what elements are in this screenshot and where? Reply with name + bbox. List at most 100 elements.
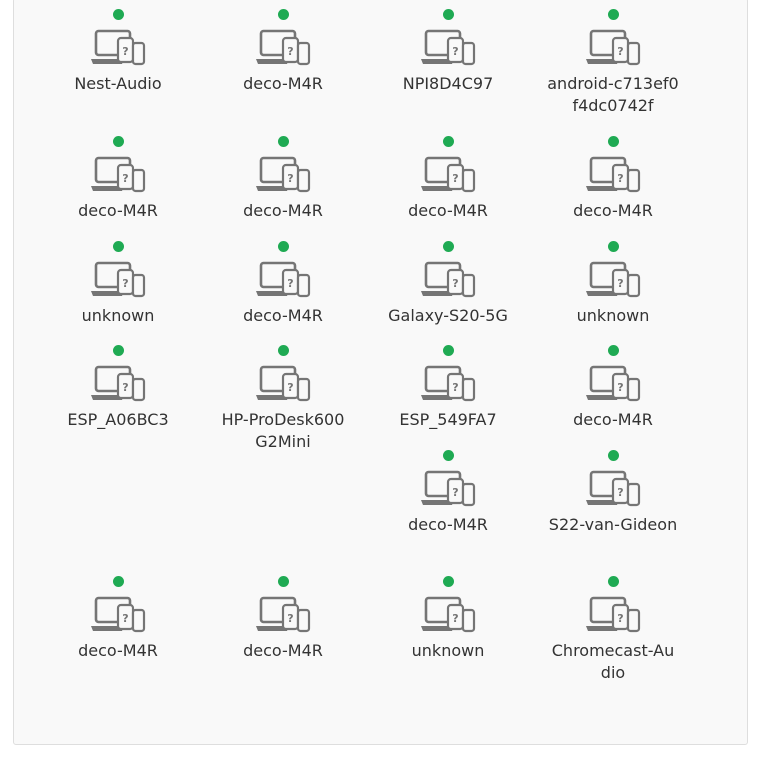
device-name: unknown [411,641,485,660]
device-name: deco-M4R [408,515,488,534]
unknown-device-icon: ? [421,470,476,507]
device-card[interactable]: ? deco-M4R [48,136,188,222]
svg-text:?: ? [122,45,128,58]
unknown-device-icon: ? [421,156,476,193]
online-status-dot [442,9,454,20]
unknown-device-icon: ? [586,156,641,193]
online-status-dot [442,241,454,252]
online-status-dot [277,345,289,356]
online-status-dot [607,576,619,587]
device-card[interactable]: ? Galaxy-S20-5G [378,241,518,327]
svg-text:?: ? [617,486,623,499]
online-status-dot [112,136,124,147]
device-name: deco-M4R [243,74,323,93]
device-card[interactable]: ? android-c713ef0f4dc0742f [543,9,683,117]
online-status-dot [112,241,124,252]
online-status-dot [442,136,454,147]
online-status-dot [607,136,619,147]
device-name: deco-M4R [573,410,653,429]
device-card[interactable]: ? deco-M4R [213,136,353,222]
device-card[interactable]: ? ESP_A06BC3 [48,345,188,431]
unknown-device-icon: ? [91,261,146,298]
online-status-dot [442,576,454,587]
device-name: deco-M4R [78,201,158,220]
svg-text:?: ? [287,277,293,290]
unknown-device-icon: ? [256,365,311,402]
device-card[interactable]: ? deco-M4R [543,345,683,431]
unknown-device-icon: ? [91,365,146,402]
svg-text:?: ? [617,172,623,185]
device-name: deco-M4R [243,306,323,325]
svg-text:?: ? [122,277,128,290]
device-card[interactable]: ? deco-M4R [378,450,518,536]
device-name: android-c713ef0f4dc0742f [547,74,679,115]
online-status-dot [112,9,124,20]
device-card[interactable]: ? unknown [543,241,683,327]
device-name: deco-M4R [243,201,323,220]
device-card[interactable]: ? Chromecast-Audio [543,576,683,684]
device-card[interactable]: ? deco-M4R [48,576,188,662]
device-name: Galaxy-S20-5G [388,306,508,325]
unknown-device-icon: ? [586,365,641,402]
unknown-device-icon: ? [421,596,476,633]
svg-text:?: ? [617,612,623,625]
svg-text:?: ? [122,172,128,185]
svg-text:?: ? [287,612,293,625]
device-card[interactable]: ? NPI8D4C97 [378,9,518,95]
device-card[interactable]: ? deco-M4R [213,576,353,662]
device-card[interactable]: ? HP-ProDesk600G2Mini [213,345,353,453]
online-status-dot [607,241,619,252]
device-card[interactable]: ? unknown [48,241,188,327]
unknown-device-icon: ? [586,29,641,66]
device-card[interactable]: ? Nest-Audio [48,9,188,95]
client-list-panel: ? Nest-Audio ? deco-M4R ? NPI8D4C97 ? an… [13,0,748,745]
device-name: S22-van-Gideon [548,515,678,534]
online-status-dot [277,136,289,147]
unknown-device-icon: ? [421,29,476,66]
device-name: unknown [576,306,650,325]
device-name: ESP_549FA7 [399,410,497,429]
svg-text:?: ? [287,45,293,58]
online-status-dot [277,241,289,252]
online-status-dot [112,345,124,356]
device-card[interactable]: ? S22-van-Gideon [543,450,683,536]
svg-text:?: ? [122,381,128,394]
unknown-device-icon: ? [91,156,146,193]
device-card[interactable]: ? ESP_549FA7 [378,345,518,431]
device-card[interactable]: ? unknown [378,576,518,662]
svg-text:?: ? [287,381,293,394]
online-status-dot [442,450,454,461]
svg-text:?: ? [452,277,458,290]
device-name: HP-ProDesk600G2Mini [221,410,345,451]
device-name: deco-M4R [408,201,488,220]
svg-text:?: ? [287,172,293,185]
svg-text:?: ? [617,277,623,290]
device-name: NPI8D4C97 [402,74,494,93]
unknown-device-icon: ? [256,596,311,633]
online-status-dot [112,576,124,587]
svg-text:?: ? [452,381,458,394]
unknown-device-icon: ? [256,29,311,66]
unknown-device-icon: ? [421,365,476,402]
unknown-device-icon: ? [586,261,641,298]
unknown-device-icon: ? [421,261,476,298]
device-card[interactable]: ? deco-M4R [543,136,683,222]
device-name: Nest-Audio [74,74,162,93]
device-card[interactable]: ? deco-M4R [213,241,353,327]
svg-text:?: ? [452,45,458,58]
online-status-dot [607,345,619,356]
online-status-dot [442,345,454,356]
device-name: unknown [81,306,155,325]
unknown-device-icon: ? [586,596,641,633]
device-card[interactable]: ? deco-M4R [378,136,518,222]
device-name: ESP_A06BC3 [67,410,169,429]
device-name: deco-M4R [78,641,158,660]
unknown-device-icon: ? [91,29,146,66]
svg-text:?: ? [617,45,623,58]
svg-text:?: ? [617,381,623,394]
device-card[interactable]: ? deco-M4R [213,9,353,95]
online-status-dot [607,9,619,20]
unknown-device-icon: ? [91,596,146,633]
svg-text:?: ? [452,612,458,625]
svg-text:?: ? [452,486,458,499]
